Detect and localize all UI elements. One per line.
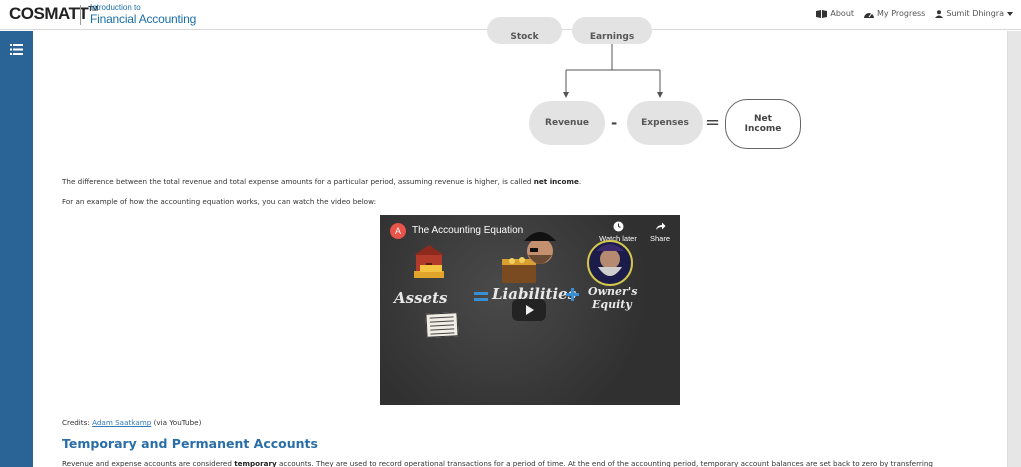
brand-divider — [80, 5, 81, 25]
my-progress-link[interactable]: My Progress — [864, 9, 925, 18]
my-progress-label: My Progress — [877, 9, 926, 18]
credits-prefix: Credits: — [62, 418, 93, 427]
minus-sign: - — [611, 114, 618, 132]
video-credits: Credits: Adam Saatkamp (via YouTube) — [62, 418, 201, 427]
play-button[interactable] — [512, 299, 546, 321]
top-nav: About My Progress Sumit Dhingra — [816, 9, 1013, 18]
main-content: Stock Earnings Revenue - Expenses = Net I… — [62, 17, 1002, 467]
about-link[interactable]: About — [816, 9, 854, 18]
user-name: Sumit Dhingra — [946, 9, 1004, 18]
para3-rest: accounts. They are used to record operat… — [276, 459, 933, 467]
equals-sign: = — [705, 112, 721, 133]
net-income-line2: Income — [744, 124, 782, 134]
list-icon[interactable] — [10, 40, 23, 59]
stock-node: Stock — [487, 17, 562, 44]
owners-word: Owner's — [588, 285, 638, 298]
scrollbar[interactable] — [1007, 31, 1021, 467]
course-subtitle: Introduction to — [90, 3, 141, 12]
about-label: About — [830, 9, 855, 18]
assets-word: Assets — [394, 289, 448, 307]
book-icon — [816, 9, 828, 18]
user-icon — [935, 9, 944, 18]
earnings-node: Earnings — [572, 17, 652, 44]
para1-end: . — [578, 177, 582, 186]
equals-graphic — [474, 292, 488, 302]
para1-text: The difference between the total revenue… — [62, 177, 534, 186]
expenses-node: Expenses — [627, 101, 703, 145]
caret-down-icon — [1007, 11, 1013, 16]
diagram-connectors — [563, 43, 663, 98]
paragraph-video-intro: For an example of how the accounting equ… — [62, 197, 376, 206]
revenue-node: Revenue — [529, 101, 605, 145]
brand-name: COSMATT — [9, 4, 89, 23]
para3-text: Revenue and expense accounts are conside… — [62, 459, 235, 467]
video-player[interactable]: A The Accounting Equation Watch later Sh… — [380, 215, 680, 405]
note-card — [425, 312, 459, 338]
net-income-line1: Net — [754, 114, 772, 124]
user-menu[interactable]: Sumit Dhingra — [935, 9, 1013, 18]
brand-logo[interactable]: COSMATTTM — [9, 4, 98, 24]
course-title[interactable]: Financial Accounting — [90, 12, 196, 26]
paragraph-temporary-accounts: Revenue and expense accounts are conside… — [62, 459, 933, 467]
net-income-node: Net Income — [725, 99, 801, 149]
plus-graphic — [566, 288, 579, 301]
left-sidebar — [0, 31, 33, 467]
temporary-term: temporary — [234, 459, 277, 467]
credits-author-link[interactable]: Adam Saatkamp — [92, 418, 151, 427]
credits-suffix: (via YouTube) — [151, 418, 202, 427]
dashboard-icon — [864, 10, 875, 18]
section-heading: Temporary and Permanent Accounts — [62, 436, 318, 451]
equity-word: Equity — [592, 298, 632, 311]
paragraph-net-income: The difference between the total revenue… — [62, 177, 581, 187]
net-income-term: net income — [533, 177, 579, 186]
